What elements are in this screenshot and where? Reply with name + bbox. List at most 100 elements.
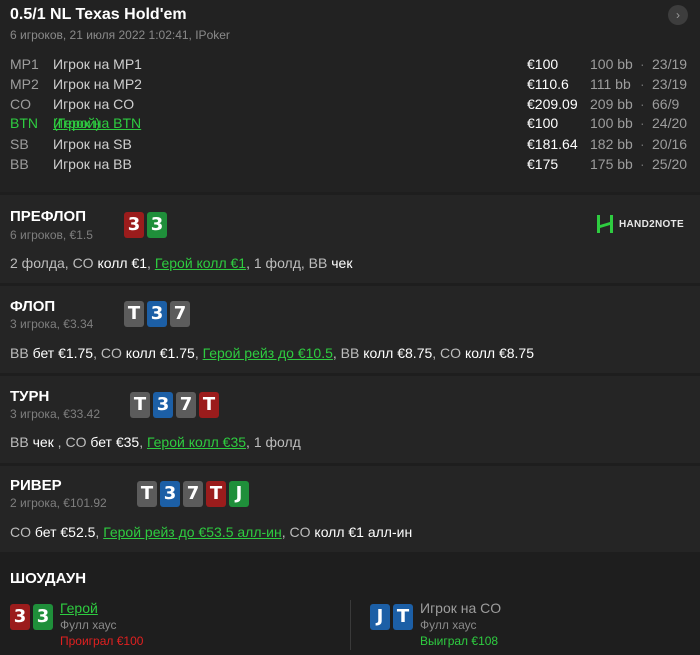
player-stack: €181.64	[527, 136, 578, 152]
player-name: Игрок на MP2	[53, 76, 142, 92]
action-text: колл €1	[97, 255, 148, 271]
board-cards: T 3 7	[124, 301, 190, 327]
player-stack: €175	[527, 156, 559, 172]
player-row[interactable]: CO Игрок на CO €209.09 209 bb · 66/9	[0, 96, 700, 116]
playing-card: T	[199, 392, 219, 418]
player-position: BB	[10, 156, 29, 172]
street-actions: 2 фолда, CO колл €1, Герой колл €1, 1 фо…	[10, 255, 352, 271]
hero-action-link[interactable]: Герой колл €1	[155, 255, 246, 271]
hero-action-link[interactable]: Герой рейз до €10.5	[203, 345, 333, 361]
action-text: ,	[194, 345, 203, 361]
action-text: бет €52.5	[34, 524, 96, 540]
playing-card: 3	[124, 212, 144, 238]
villain-showdown-cards: J T	[370, 604, 413, 630]
action-text: BB	[10, 434, 33, 450]
player-stack: €100	[527, 115, 559, 131]
playing-card: T	[393, 604, 413, 630]
player-position: MP2	[10, 76, 39, 92]
playing-card: J	[370, 604, 390, 630]
player-hud-stats: 23/19	[652, 76, 688, 92]
action-text: бет €1.75	[32, 345, 94, 361]
street-title: ФЛОП	[10, 298, 56, 315]
playing-card: 3	[33, 604, 53, 630]
action-text: колл €8.75	[363, 345, 433, 361]
street-subtitle: 6 игроков, €1.5	[10, 228, 93, 242]
hand2note-logo-icon	[597, 215, 613, 233]
action-text: , CO	[432, 345, 465, 361]
playing-card: 3	[10, 604, 30, 630]
playing-card: 3	[147, 212, 167, 238]
player-stack: €209.09	[527, 96, 578, 112]
action-text: 2 фолда, CO	[10, 255, 98, 271]
player-stack-bb: 111 bb	[590, 76, 631, 92]
game-subtitle: 6 игроков, 21 июля 2022 1:02:41, IPoker	[10, 28, 230, 42]
player-row[interactable]: MP1 Игрок на MP1 €100 100 bb · 23/19	[0, 56, 700, 76]
action-text: ,	[139, 434, 147, 450]
playing-card: 3	[147, 301, 167, 327]
player-row-hero[interactable]: BTN Игрок на BTN (Герой) €100 100 bb · 2…	[0, 115, 700, 135]
hero-label: (Герой)	[53, 115, 101, 131]
action-text: колл €1.75	[125, 345, 195, 361]
player-stack-bb: 100 bb	[590, 56, 633, 72]
player-name: Игрок на SB	[53, 136, 132, 152]
street-actions: BB чек , CO бет €35, Герой колл €35, 1 ф…	[10, 434, 301, 450]
action-text: ,	[147, 255, 155, 271]
player-row[interactable]: SB Игрок на SB €181.64 182 bb · 20/16	[0, 136, 700, 156]
player-name: Игрок на MP1	[53, 56, 142, 72]
player-name: Игрок на CO	[53, 96, 135, 112]
hand2note-logo-text: HAND2NOTE	[619, 218, 684, 230]
hero-name-link[interactable]: Герой	[60, 600, 98, 616]
villain-name: Игрок на CO	[420, 600, 502, 616]
player-position: SB	[10, 136, 29, 152]
hero-action-link[interactable]: Герой колл €35	[147, 434, 246, 450]
action-text: , CO	[53, 434, 91, 450]
playing-card: T	[124, 301, 144, 327]
player-stack: €100	[527, 56, 559, 72]
hero-hand-rank: Фулл хаус	[60, 618, 117, 632]
street-subtitle: 2 игрока, €101.92	[10, 496, 107, 510]
player-position: BTN	[10, 115, 38, 131]
playing-card: T	[206, 481, 226, 507]
street-subtitle: 3 игрока, €33.42	[10, 407, 100, 421]
villain-hand-rank: Фулл хаус	[420, 618, 477, 632]
action-text: чек	[32, 434, 54, 450]
action-text: BB	[10, 345, 33, 361]
player-hud-stats: 25/20	[652, 156, 688, 172]
separator-dot: ·	[640, 76, 645, 92]
chevron-right-icon[interactable]: ›	[668, 5, 688, 25]
action-text: CO	[10, 524, 35, 540]
villain-result: Выиграл €108	[420, 634, 499, 648]
player-row[interactable]: BB Игрок на BB €175 175 bb · 25/20	[0, 156, 700, 176]
street-subtitle: 3 игрока, €3.34	[10, 317, 94, 331]
action-text: чек	[331, 255, 353, 271]
action-text: , 1 фолд, BB	[246, 255, 332, 271]
board-cards: T 3 7 T	[130, 392, 219, 418]
player-stack-bb: 182 bb	[590, 136, 633, 152]
showdown-title: ШОУДАУН	[10, 570, 87, 587]
player-stack: €110.6	[527, 76, 569, 92]
player-row[interactable]: MP2 Игрок на MP2 €110.6 111 bb · 23/19	[0, 76, 700, 96]
hero-action-link[interactable]: Герой рейз до €53.5 алл-ин	[103, 524, 282, 540]
separator-dot: ·	[640, 115, 645, 131]
separator-dot: ·	[640, 136, 645, 152]
separator-dot: ·	[640, 156, 645, 172]
player-hud-stats: 20/16	[652, 136, 688, 152]
street-title: ТУРН	[10, 388, 50, 405]
hand2note-logo: HAND2NOTE	[596, 213, 684, 235]
hero-hole-cards: 3 3	[124, 212, 167, 238]
player-position: CO	[10, 96, 31, 112]
hero-result: Проиграл €100	[60, 634, 144, 648]
action-text: , CO	[281, 524, 315, 540]
action-text: колл €1 алл-ин	[314, 524, 413, 540]
playing-card: 7	[170, 301, 190, 327]
board-cards: T 3 7 T J	[137, 481, 249, 507]
separator-dot: ·	[640, 56, 645, 72]
player-hud-stats: 24/20	[652, 115, 688, 131]
street-actions: BB бет €1.75 , CO колл €1.75, Герой рейз …	[10, 345, 534, 361]
hero-showdown-cards: 3 3	[10, 604, 53, 630]
player-hud-stats: 23/19	[652, 56, 688, 72]
action-text: колл €8.75	[464, 345, 534, 361]
player-hud-stats: 66/9	[652, 96, 680, 112]
showdown-divider	[350, 600, 351, 650]
playing-card: 3	[160, 481, 180, 507]
